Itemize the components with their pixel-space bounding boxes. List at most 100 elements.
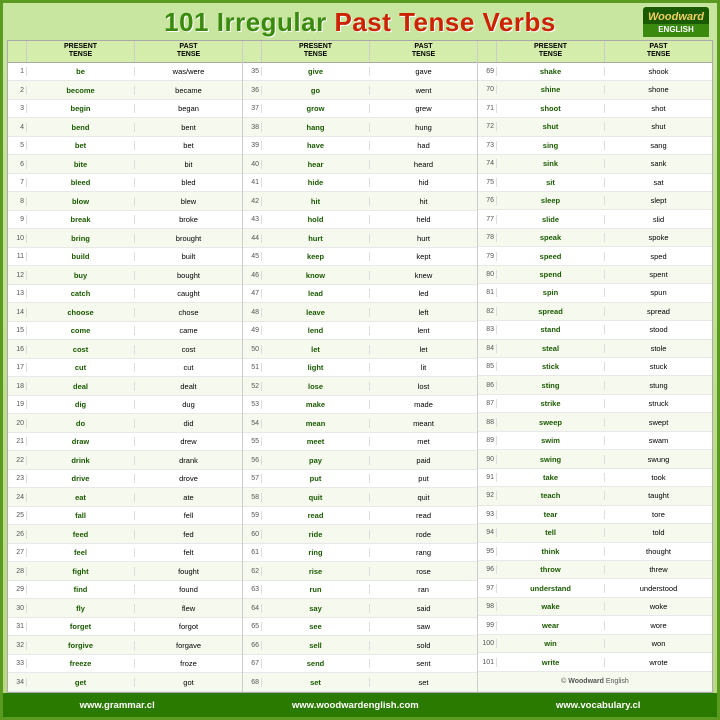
table-row: 21drawdrew — [8, 433, 242, 452]
past-tense-value: hit — [369, 197, 477, 206]
present-tense-value: be — [26, 67, 134, 76]
present-tense-value: feed — [26, 530, 134, 539]
present-tense-value: take — [496, 473, 604, 482]
past-tense-value: tore — [604, 510, 712, 519]
past-tense-value: grew — [369, 104, 477, 113]
badge-sub: ENGLISH — [643, 24, 709, 36]
row-number: 71 — [478, 105, 496, 112]
row-number: 89 — [478, 437, 496, 444]
present-tense-value: tell — [496, 528, 604, 537]
past-tense-value: hung — [369, 123, 477, 132]
present-tense-value: choose — [26, 308, 134, 317]
row-number: 48 — [243, 309, 261, 316]
present-tense-value: lead — [261, 289, 369, 298]
row-number: 29 — [8, 586, 26, 593]
present-tense-value: make — [261, 400, 369, 409]
footer-link-1[interactable]: www.grammar.cl — [80, 700, 155, 711]
present-tense-header: PRESENTTENSE — [496, 41, 604, 62]
table-row: 56paypaid — [243, 451, 477, 470]
table-row: 63runran — [243, 581, 477, 600]
row-number: 46 — [243, 272, 261, 279]
past-tense-value: shut — [604, 122, 712, 131]
row-number: 101 — [478, 659, 496, 666]
past-tense-value: lent — [369, 326, 477, 335]
present-tense-value: read — [261, 511, 369, 520]
row-number: 24 — [8, 494, 26, 501]
present-tense-value: buy — [26, 271, 134, 280]
present-tense-value: bet — [26, 141, 134, 150]
table-row: 36gowent — [243, 81, 477, 100]
table-row: 15comecame — [8, 322, 242, 341]
present-tense-value: sing — [496, 141, 604, 150]
footer-link-3[interactable]: www.vocabulary.cl — [556, 700, 640, 711]
past-tense-value: lit — [369, 363, 477, 372]
past-tense-value: kept — [369, 252, 477, 261]
table-row: 30flyflew — [8, 599, 242, 618]
footer-link-2[interactable]: www.woodwardenglish.com — [292, 700, 419, 711]
past-tense-value: went — [369, 86, 477, 95]
row-number: 72 — [478, 123, 496, 130]
row-number: 22 — [8, 457, 26, 464]
row-number: 88 — [478, 419, 496, 426]
past-tense-value: sped — [604, 252, 712, 261]
present-tense-value: begin — [26, 104, 134, 113]
column-section-1: PRESENTTENSEPASTTENSE1bewas/were2becomeb… — [8, 41, 243, 692]
row-number: 40 — [243, 161, 261, 168]
table-row: 71shootshot — [478, 100, 712, 118]
row-number: 50 — [243, 346, 261, 353]
title-highlight: Past Tense Verbs — [334, 7, 555, 37]
past-tense-value: blew — [134, 197, 242, 206]
present-tense-value: bring — [26, 234, 134, 243]
past-tense-value: shone — [604, 85, 712, 94]
past-tense-value: began — [134, 104, 242, 113]
present-tense-value: leave — [261, 308, 369, 317]
present-tense-value: hang — [261, 123, 369, 132]
present-tense-value: throw — [496, 565, 604, 574]
row-number: 33 — [8, 660, 26, 667]
present-tense-value: build — [26, 252, 134, 261]
past-tense-value: put — [369, 474, 477, 483]
present-tense-value: hide — [261, 178, 369, 187]
table-row: 96throwthrew — [478, 561, 712, 579]
past-tense-value: lost — [369, 382, 477, 391]
present-tense-value: shut — [496, 122, 604, 131]
present-tense-value: keep — [261, 252, 369, 261]
past-tense-value: held — [369, 215, 477, 224]
table-row: 46knowknew — [243, 266, 477, 285]
present-tense-value: sell — [261, 641, 369, 650]
past-tense-value: bled — [134, 178, 242, 187]
row-number: 27 — [8, 549, 26, 556]
present-tense-value: sweep — [496, 418, 604, 427]
present-tense-value: put — [261, 474, 369, 483]
table-row: 5betbet — [8, 137, 242, 156]
table-row: 47leadled — [243, 285, 477, 304]
table-row: 38hanghung — [243, 118, 477, 137]
past-tense-value: rode — [369, 530, 477, 539]
present-tense-value: let — [261, 345, 369, 354]
past-tense-value: dug — [134, 400, 242, 409]
row-number: 8 — [8, 198, 26, 205]
present-tense-value: rise — [261, 567, 369, 576]
present-tense-value: understand — [496, 584, 604, 593]
table-row: 75sitsat — [478, 174, 712, 192]
row-number: 38 — [243, 124, 261, 131]
past-tense-value: wore — [604, 621, 712, 630]
past-tense-value: was/were — [134, 67, 242, 76]
present-tense-value: blow — [26, 197, 134, 206]
present-tense-value: shine — [496, 85, 604, 94]
table-row: 76sleepslept — [478, 192, 712, 210]
row-number: 53 — [243, 401, 261, 408]
present-tense-value: steal — [496, 344, 604, 353]
table-row: 80spendspent — [478, 266, 712, 284]
table-row: 60riderode — [243, 525, 477, 544]
row-number: 81 — [478, 289, 496, 296]
table-row: 87strikestruck — [478, 395, 712, 413]
past-tense-header: PASTTENSE — [604, 41, 712, 62]
present-tense-value: win — [496, 639, 604, 648]
table-row: 84stealstole — [478, 340, 712, 358]
table-row: 99wearwore — [478, 616, 712, 634]
table-row: 17cutcut — [8, 359, 242, 378]
table-row: 25fallfell — [8, 507, 242, 526]
table-row: 77slideslid — [478, 210, 712, 228]
present-tense-header: PRESENTTENSE — [26, 41, 134, 62]
